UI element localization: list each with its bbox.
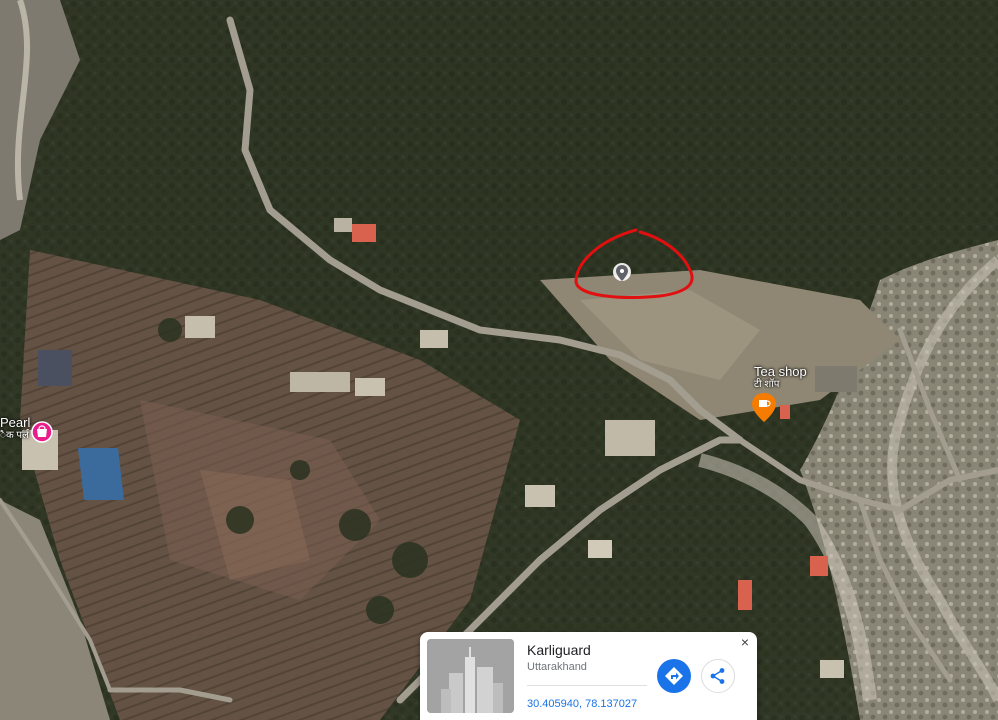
- satellite-map[interactable]: [0, 0, 998, 720]
- place-title: Karliguard: [527, 642, 591, 658]
- building-icon: [427, 639, 514, 713]
- directions-icon: [665, 667, 683, 685]
- poi-name-local: टी शॉप: [754, 379, 780, 390]
- close-icon: ×: [740, 634, 750, 650]
- place-info-card[interactable]: Karliguard Uttarakhand 30.405940, 78.137…: [420, 632, 757, 720]
- close-button[interactable]: ×: [738, 635, 752, 649]
- directions-button[interactable]: [657, 659, 691, 693]
- card-divider: [527, 685, 647, 686]
- poi-name: Pearl: [0, 415, 31, 430]
- poi-name-local: ैक पर्ल: [0, 430, 29, 441]
- place-thumbnail[interactable]: [427, 639, 514, 713]
- pin-icon[interactable]: [613, 263, 631, 281]
- poi-label-tea-shop[interactable]: Tea shop टी शॉप: [754, 364, 807, 391]
- share-button[interactable]: [701, 659, 735, 693]
- poi-name: Tea shop: [754, 364, 807, 379]
- shopping-icon[interactable]: [31, 421, 53, 443]
- coordinates-link[interactable]: 30.405940, 78.137027: [527, 698, 637, 710]
- place-subtitle: Uttarakhand: [527, 661, 587, 673]
- share-icon: [710, 668, 725, 684]
- poi-label-pearl[interactable]: Pearl ैक पर्ल: [0, 416, 30, 442]
